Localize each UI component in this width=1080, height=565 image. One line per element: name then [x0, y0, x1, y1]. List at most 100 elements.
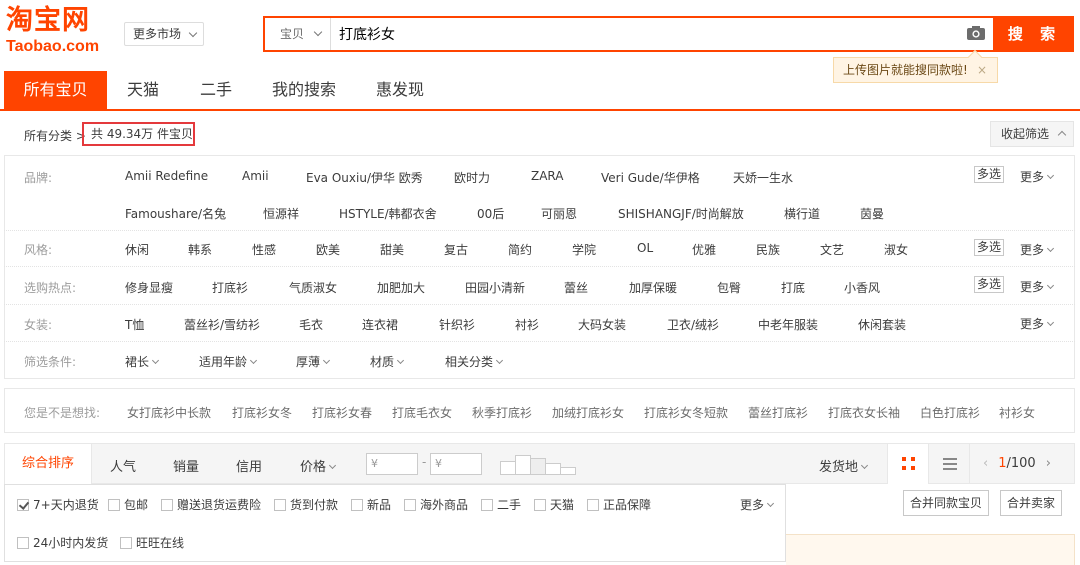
option-tmall[interactable]: 天猫 [534, 496, 574, 513]
women-item[interactable]: 毛衣 [299, 316, 323, 333]
style-item[interactable]: 欧美 [316, 241, 340, 258]
tab-my-search[interactable]: 我的搜索 [262, 71, 346, 109]
hot-item[interactable]: 包臀 [717, 279, 741, 296]
hot-item[interactable]: 打底 [781, 279, 805, 296]
hot-item[interactable]: 气质淑女 [289, 279, 337, 296]
more-button[interactable]: 更多 [1020, 278, 1055, 295]
suggestion-link[interactable]: 衬衫女 [999, 404, 1035, 421]
brand-item[interactable]: Veri Gude/华伊格 [601, 169, 700, 186]
style-item[interactable]: 学院 [572, 241, 596, 258]
checkbox[interactable] [274, 499, 286, 511]
multi-select-button[interactable]: 多选 [974, 276, 1004, 293]
more-button[interactable]: 更多 [1020, 168, 1055, 185]
hot-item[interactable]: 打底衫 [212, 279, 248, 296]
merge-same-items-button[interactable]: 合并同款宝贝 [903, 490, 990, 516]
checkbox[interactable] [404, 499, 416, 511]
multi-select-button[interactable]: 多选 [974, 166, 1004, 183]
ship-from-dropdown[interactable]: 发货地 [819, 456, 869, 475]
style-item[interactable]: 优雅 [692, 241, 716, 258]
hot-item[interactable]: 加肥加大 [377, 279, 425, 296]
brand-item[interactable]: Famoushare/名兔 [125, 205, 226, 222]
style-item[interactable]: 韩系 [188, 241, 212, 258]
suggestion-link[interactable]: 加绒打底衫女 [552, 404, 624, 421]
checkbox[interactable] [351, 499, 363, 511]
style-item[interactable]: 淑女 [884, 241, 908, 258]
checkbox[interactable] [161, 499, 173, 511]
brand-item[interactable]: Amii Redefine [125, 169, 208, 183]
style-item[interactable]: 甜美 [380, 241, 404, 258]
more-button[interactable]: 更多 [1020, 241, 1055, 258]
hot-item[interactable]: 加厚保暖 [629, 279, 677, 296]
price-histogram-icon[interactable] [500, 453, 576, 475]
checkbox[interactable] [481, 499, 493, 511]
option-return-insurance[interactable]: 赠送退货运费险 [161, 496, 261, 513]
checkbox[interactable] [17, 499, 29, 511]
taobao-logo[interactable]: 淘宝网 [6, 6, 90, 36]
brand-item[interactable]: 恒源祥 [263, 205, 299, 222]
style-item[interactable]: 简约 [508, 241, 532, 258]
women-item[interactable]: 针织衫 [439, 316, 475, 333]
suggestion-link[interactable]: 打底衣女长袖 [828, 404, 900, 421]
more-markets-dropdown[interactable]: 更多市场 [124, 22, 204, 46]
brand-item[interactable]: 欧时力 [454, 169, 490, 186]
women-item[interactable]: 中老年服装 [758, 316, 818, 333]
search-button[interactable]: 搜 索 [995, 16, 1074, 52]
condition-dropdown[interactable]: 适用年龄 [199, 353, 258, 370]
style-item[interactable]: 休闲 [125, 241, 149, 258]
women-item[interactable]: 大码女装 [578, 316, 626, 333]
option-free-shipping[interactable]: 包邮 [108, 496, 148, 513]
brand-item[interactable]: 茵曼 [860, 205, 884, 222]
condition-dropdown[interactable]: 厚薄 [296, 353, 331, 370]
brand-item[interactable]: ZARA [531, 169, 564, 183]
women-item[interactable]: 蕾丝衫/雪纺衫 [184, 316, 260, 333]
tab-all[interactable]: 所有宝贝 [4, 71, 107, 109]
option-new[interactable]: 新品 [351, 496, 391, 513]
checkbox[interactable] [17, 537, 29, 549]
checkbox[interactable] [120, 537, 132, 549]
style-item[interactable]: 文艺 [820, 241, 844, 258]
sort-default[interactable]: 综合排序 [5, 444, 92, 484]
suggestion-link[interactable]: 打底衫女冬 [232, 404, 292, 421]
price-max-input[interactable]: ¥ [430, 453, 482, 475]
checkbox[interactable] [587, 499, 599, 511]
condition-dropdown[interactable]: 材质 [370, 353, 405, 370]
condition-dropdown[interactable]: 裙长 [125, 353, 160, 370]
suggestion-link[interactable]: 秋季打底衫 [472, 404, 532, 421]
style-item[interactable]: OL [637, 241, 653, 255]
search-input[interactable] [339, 22, 899, 46]
option-genuine[interactable]: 正品保障 [587, 496, 651, 513]
camera-icon[interactable] [967, 26, 985, 40]
more-button[interactable]: 更多 [1020, 315, 1055, 332]
tab-secondhand[interactable]: 二手 [186, 71, 246, 109]
style-item[interactable]: 民族 [756, 241, 780, 258]
merge-sellers-button[interactable]: 合并卖家 [1000, 490, 1063, 516]
sort-popularity[interactable]: 人气 [110, 456, 136, 475]
option-return[interactable]: 7+天内退货 [17, 496, 99, 513]
style-item[interactable]: 复古 [444, 241, 468, 258]
option-wangwang-online[interactable]: 旺旺在线 [120, 534, 184, 551]
suggestion-link[interactable]: 白色打底衫 [920, 404, 980, 421]
prev-page-icon[interactable]: ‹ [983, 456, 988, 471]
suggestion-link[interactable]: 打底衫女春 [312, 404, 372, 421]
checkbox[interactable] [534, 499, 546, 511]
brand-item[interactable]: Eva Ouxiu/伊华 欧秀 [306, 169, 423, 186]
brand-item[interactable]: 00后 [477, 205, 504, 222]
option-overseas[interactable]: 海外商品 [404, 496, 468, 513]
women-item[interactable]: 休闲套装 [858, 316, 906, 333]
grid-view-button[interactable] [887, 444, 929, 484]
suggestion-link[interactable]: 打底毛衣女 [392, 404, 452, 421]
style-item[interactable]: 性感 [252, 241, 276, 258]
tab-tmall[interactable]: 天猫 [112, 71, 174, 109]
brand-item[interactable]: 天娇一生水 [733, 169, 793, 186]
list-view-button[interactable] [929, 444, 970, 484]
condition-dropdown[interactable]: 相关分类 [445, 353, 504, 370]
collapse-filters-button[interactable]: 收起筛选 [990, 121, 1074, 147]
suggestion-link[interactable]: 打底衫女冬短款 [644, 404, 728, 421]
option-24h-ship[interactable]: 24小时内发货 [17, 534, 108, 551]
breadcrumb-all[interactable]: 所有分类 > [24, 127, 86, 144]
sort-credit[interactable]: 信用 [236, 456, 262, 475]
brand-item[interactable]: SHISHANGJF/时尚解放 [618, 205, 744, 222]
multi-select-button[interactable]: 多选 [974, 239, 1004, 256]
price-min-input[interactable]: ¥ [366, 453, 418, 475]
brand-item[interactable]: Amii [242, 169, 269, 183]
